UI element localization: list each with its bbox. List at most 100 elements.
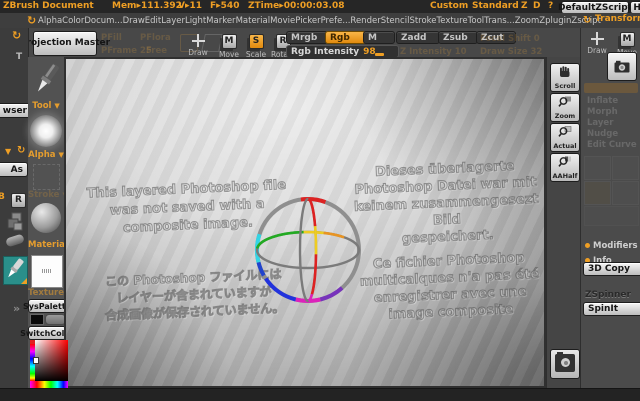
disabled-thumb-4 <box>612 181 639 205</box>
shelf-draw-mode[interactable]: Draw <box>585 32 609 55</box>
menu-item-stroke[interactable]: Stroke <box>409 16 436 26</box>
camera-icon <box>555 352 575 372</box>
switch-color-button[interactable]: SwitchColor <box>20 326 74 340</box>
help-toggle-button[interactable]: ? <box>548 0 553 13</box>
disabled-edit-curve: Edit Curve <box>587 140 637 150</box>
m-button[interactable]: M <box>363 31 395 44</box>
disabled-free: Free <box>146 46 167 56</box>
menu-item-stencil[interactable]: Stencil <box>381 16 410 26</box>
cube-stack-icon[interactable] <box>6 212 24 232</box>
texture-palette-label[interactable]: Texture ▼ <box>28 288 72 298</box>
disabled-nudge: Nudge <box>587 129 619 139</box>
rgb-button-active[interactable]: Rgb <box>325 31 366 44</box>
d-button[interactable]: D <box>533 0 540 13</box>
menu-spin-icon[interactable]: ↻ <box>27 14 36 27</box>
menu-item-document[interactable]: Docum... <box>84 16 122 26</box>
main-color-swatch[interactable] <box>30 314 44 325</box>
disabled-layer: Layer <box>587 118 614 128</box>
canvas-tray: Scroll Zoom Actual AAHalf <box>546 57 581 388</box>
magnifier-icon <box>558 126 572 137</box>
menu-item-movie[interactable]: Movie <box>270 16 295 26</box>
tool-palette-label[interactable]: Tool ▼ <box>28 101 64 111</box>
mem-stat: Mem▸111.392 <box>112 1 182 11</box>
capsule-icon[interactable] <box>5 233 25 248</box>
disabled-pflora: PFlora <box>140 33 171 43</box>
menu-bar: ↻ Alpha Color Docum... Draw Edit Layer L… <box>0 13 640 29</box>
menu-item-alpha[interactable]: Alpha <box>38 16 62 26</box>
custom-config-button[interactable]: Custom <box>430 0 468 13</box>
magnifier-icon <box>558 156 571 167</box>
projection-master-button[interactable]: Projection Master <box>20 31 110 56</box>
shelf-camera-button[interactable] <box>607 52 637 81</box>
menu-item-material[interactable]: Material <box>236 16 271 26</box>
dock-spin-icon-2[interactable]: ↻ <box>17 145 25 156</box>
zadd-button[interactable]: Zadd <box>396 31 440 44</box>
current-tool-brush-icon[interactable] <box>32 61 60 99</box>
transpose-gizmo[interactable] <box>248 190 368 310</box>
mrgb-button[interactable]: Mrgb <box>286 31 328 44</box>
dock-collapse-handle[interactable]: » <box>13 302 20 315</box>
3d-copy-button[interactable]: 3D Copy <box>583 262 640 276</box>
title-bar: ZBrush Document Mem▸111.392 V▸11 F▸540 Z… <box>0 0 640 14</box>
menu-item-tool[interactable]: Tool <box>468 16 485 26</box>
menu-item-edit[interactable]: Edit <box>145 16 161 26</box>
aahalf-button[interactable]: AAHalf <box>550 153 580 182</box>
snapshot-button[interactable] <box>550 349 580 379</box>
zoom-button[interactable]: Zoom <box>550 93 580 122</box>
rgb-intensity-handle[interactable] <box>375 53 384 56</box>
move-m-icon: M <box>619 32 635 47</box>
browser-button-partial[interactable]: wser <box>0 103 31 118</box>
menu-item-picker[interactable]: Picker <box>295 16 320 26</box>
material-palette-label[interactable]: Material ▼ <box>28 240 76 250</box>
menu-item-transform[interactable]: Trans... <box>484 16 515 26</box>
save-as-button-partial[interactable]: As <box>0 162 28 177</box>
texture-thumbnail[interactable] <box>31 255 63 288</box>
material-thumbnail[interactable] <box>31 203 61 233</box>
menu-item-zplugin[interactable]: Zplugin <box>539 16 571 26</box>
zbrush-window: ZBrush Document Mem▸111.392 V▸11 F▸540 Z… <box>0 0 640 401</box>
magnifier-icon <box>558 96 571 107</box>
menu-item-render[interactable]: Render <box>350 16 380 26</box>
actual-button[interactable]: Actual <box>550 123 580 152</box>
disabled-thumb-2 <box>612 156 639 180</box>
menu-item-color[interactable]: Color <box>62 16 84 26</box>
zspinner-section-label[interactable]: ZSpinner <box>585 290 631 300</box>
menu-item-preferences[interactable]: Prefe... <box>321 16 351 26</box>
disabled-thumb-5 <box>584 206 639 226</box>
menu-item-zoom[interactable]: Zoom <box>515 16 540 26</box>
draw-mode[interactable]: Draw <box>186 34 210 57</box>
dock-spin-icon[interactable]: ↻ <box>12 29 21 42</box>
z-button[interactable]: Z <box>521 0 528 13</box>
scroll-button[interactable]: Scroll <box>550 63 580 92</box>
disabled-thumb-1 <box>584 156 611 180</box>
menu-item-light[interactable]: Light <box>185 16 206 26</box>
disabled-pframe: PFrame 25 <box>101 46 152 56</box>
disabled-pfill: PFill <box>101 33 122 43</box>
menu-item-marker[interactable]: Marker <box>206 16 235 26</box>
scale-mode-active[interactable]: S Scale <box>244 34 268 59</box>
disabled-draw-size: Draw Size 32 <box>480 47 543 57</box>
menu-item-draw[interactable]: Draw <box>123 16 145 26</box>
saturation-square[interactable] <box>35 340 68 381</box>
picker-cursor[interactable] <box>33 357 39 364</box>
zsub-button[interactable]: Zsub <box>438 31 478 44</box>
disabled-z-intensity: Z Intensity 10 <box>400 47 467 57</box>
move-mode[interactable]: M Move <box>217 34 241 59</box>
sys-palette-button[interactable]: SysPalette <box>23 299 71 313</box>
gradient-swatch[interactable] <box>45 314 66 325</box>
active-brush-tool-button[interactable] <box>3 256 28 285</box>
disabled-inflate: Inflate <box>587 96 619 106</box>
stroke-thumbnail-disabled <box>33 164 60 190</box>
hue-strip-horizontal[interactable] <box>30 381 68 388</box>
alpha-palette-label[interactable]: Alpha ▼ <box>28 150 64 160</box>
spinit-button[interactable]: SpinIt <box>583 302 640 316</box>
standard-config-button[interactable]: Standard <box>472 0 519 13</box>
menu-item-layer[interactable]: Layer <box>161 16 185 26</box>
color-picker[interactable] <box>30 340 68 388</box>
alpha-thumbnail[interactable] <box>30 115 62 147</box>
dock-r-button[interactable]: R <box>11 193 26 208</box>
menu-item-texture[interactable]: Texture <box>437 16 468 26</box>
document-canvas[interactable]: This layered Photoshop file was not save… <box>66 59 544 386</box>
dock-dropdown-icon[interactable]: ▼ <box>5 147 11 156</box>
disabled-orange-bar <box>584 83 638 93</box>
